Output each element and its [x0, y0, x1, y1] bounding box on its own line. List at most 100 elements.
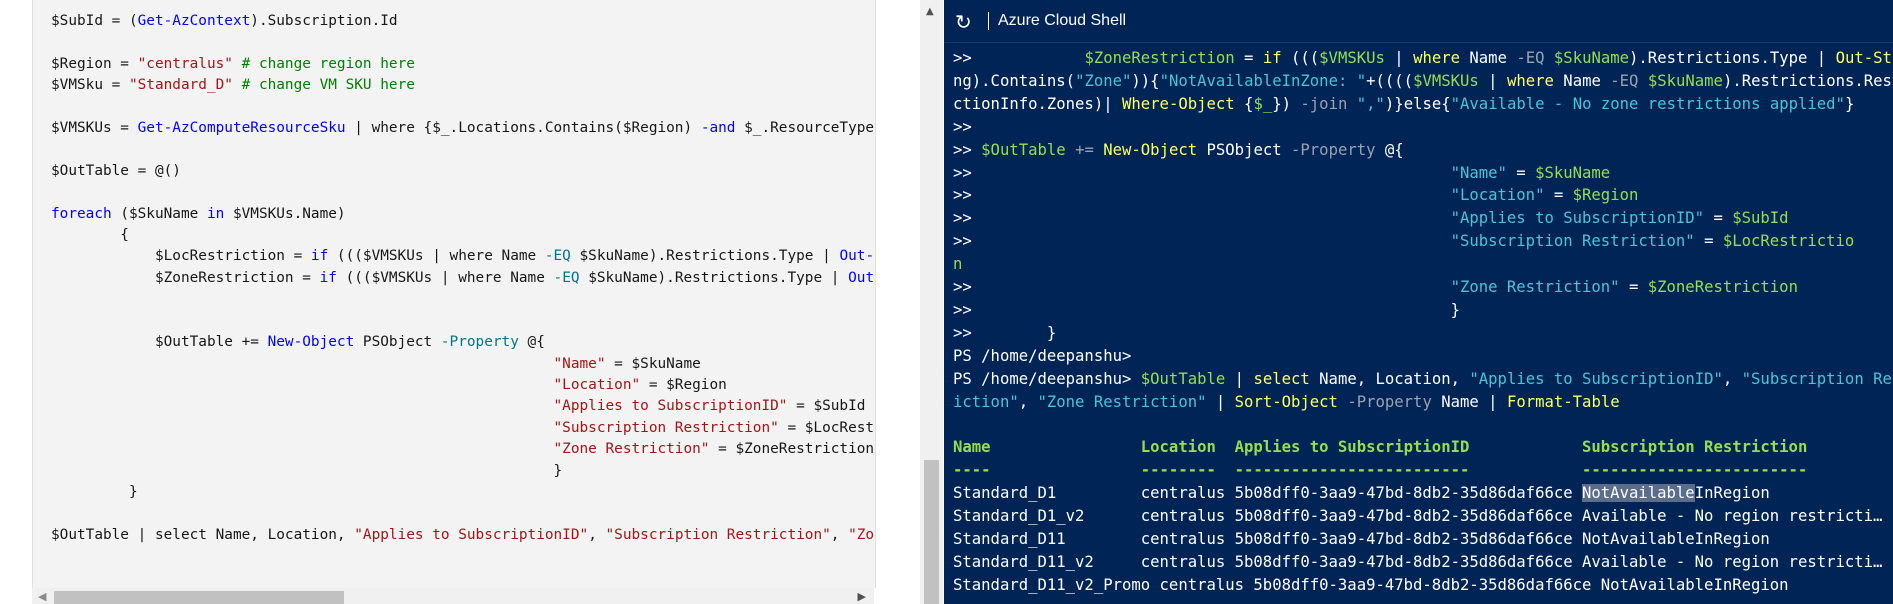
code-token: $VMSKUs: [1319, 49, 1385, 67]
terminal-line: >> "Location" = $Region: [953, 184, 1893, 207]
code-token: $VMSku =: [51, 77, 129, 94]
code-token: Name, Location,: [1309, 369, 1470, 388]
code-token: =: [1544, 186, 1573, 205]
terminal-line: PS /home/deepanshu> $OutTable | select N…: [953, 368, 1893, 391]
terminal-line: >> "Applies to SubscriptionID" = $SubId: [953, 207, 1893, 230]
code-token: "Subscription Restriction": [605, 526, 831, 543]
code-token: ).Restrictions.Type |: [1629, 49, 1836, 67]
code-token: =: [1694, 232, 1723, 251]
code-token: -Property: [440, 334, 519, 351]
code-token: {: [51, 227, 129, 244]
terminal-line: Name Location Applies to SubscriptionID …: [953, 436, 1893, 459]
code-token: Sort-Object: [1234, 392, 1338, 411]
code-token: >>: [953, 209, 1451, 228]
code-token: Name: [1553, 71, 1611, 90]
code-token: >> }: [953, 323, 1057, 342]
terminal-line: ctionInfo.Zones)| Where-Object {$_}) -jo…: [953, 93, 1893, 116]
code-token: "Location": [1450, 186, 1545, 205]
code-horizontal-scrollbar[interactable]: ◀ ▶: [32, 588, 874, 604]
code-token: "Subscription Restr: [1741, 369, 1893, 388]
code-token: >>: [953, 49, 1085, 67]
terminal-line: >> }: [953, 299, 1893, 322]
code-token: }): [1272, 94, 1301, 113]
code-token: }: [1844, 94, 1855, 113]
code-token: Standard_D1 centralus 5b08dff0-3aa9-47bd…: [953, 484, 1583, 503]
code-token: Standard_D11 centralus 5b08dff0-3aa9-47b…: [953, 530, 1770, 549]
code-token: |: [1384, 49, 1414, 67]
code-token: $SkuName: [1647, 71, 1723, 90]
code-token: =: [1234, 49, 1263, 67]
terminal-line: >> $ZoneRestriction = if ((($VMSKUs | wh…: [953, 47, 1893, 70]
code-token: = $SkuName: [605, 355, 701, 372]
code-token: n: [953, 255, 963, 274]
code-editor-region: $SubId = (Get-AzContext).Subscription.Id…: [0, 0, 926, 604]
code-token: $SkuName).Restrictions.Type |: [579, 269, 849, 286]
code-token: >> }: [953, 300, 1460, 319]
code-block[interactable]: $SubId = (Get-AzContext).Subscription.Id…: [32, 0, 876, 588]
code-token: +=: [1075, 140, 1094, 159]
code-token: select: [1253, 369, 1310, 388]
code-token: = $SubId: [787, 398, 866, 415]
code-token: ---- -------- ------------------------- …: [953, 461, 1808, 480]
code-line: $OutTable = @(): [51, 161, 875, 182]
code-token: = $LocRestr: [778, 419, 876, 436]
code-token: )){: [1131, 71, 1160, 90]
code-line: "Location" = $Region: [51, 375, 875, 396]
terminal-output[interactable]: >> $ZoneRestriction = if ((($VMSKUs | wh…: [953, 47, 1893, 597]
terminal-line: Standard_D1 centralus 5b08dff0-3aa9-47bd…: [953, 482, 1893, 505]
code-token: $OutTable: [981, 140, 1066, 159]
terminal-line: PS /home/deepanshu>: [953, 345, 1893, 368]
code-token: $LocRestrictio: [1722, 232, 1855, 251]
code-token: Name |: [1431, 392, 1507, 411]
cloud-shell-window[interactable]: ↻ Azure Cloud Shell >> $ZoneRestriction …: [944, 0, 1893, 604]
code-token: = $Region: [640, 376, 727, 393]
code-token: $VMSKUs.Name): [224, 205, 346, 222]
code-token: $ZoneRestriction: [1084, 49, 1235, 67]
code-token: "centralus": [137, 55, 233, 72]
code-token: |: [1206, 392, 1235, 411]
scroll-up-icon[interactable]: ▲: [926, 6, 934, 17]
scroll-left-icon[interactable]: ◀: [38, 590, 46, 603]
terminal-line: >> "Name" = $SkuName: [953, 162, 1893, 185]
code-token: -Property: [1347, 392, 1432, 411]
page-scrollbar-thumb[interactable]: [924, 460, 939, 604]
code-token: -EQ: [1516, 49, 1545, 67]
code-token: |: [1225, 369, 1254, 388]
code-token: PSObject: [354, 334, 441, 351]
code-line: }: [51, 461, 875, 482]
code-token: }: [51, 483, 138, 500]
code-token: $OutTable | select Name, Location,: [51, 526, 355, 543]
code-token: $SubId = (: [51, 13, 138, 29]
code-token: ($SkuName: [111, 205, 207, 222]
code-token: "Applies to SubscriptionID": [354, 526, 589, 543]
code-token: ,: [830, 526, 849, 543]
code-token: (((: [1281, 49, 1320, 67]
code-token: -EQ: [1610, 71, 1639, 90]
code-token: "Subscription Restriction": [1450, 232, 1695, 251]
scroll-right-icon[interactable]: ▶: [858, 590, 866, 603]
code-token: "Applies to SubscriptionID": [553, 398, 788, 415]
code-token: $SubId: [1732, 209, 1789, 228]
code-token: $_: [1253, 94, 1273, 113]
terminal-line: Standard_D11_v2 centralus 5b08dff0-3aa9-…: [953, 551, 1893, 574]
code-scrollbar-thumb[interactable]: [54, 591, 344, 604]
code-token: {: [1234, 94, 1254, 113]
refresh-icon[interactable]: ↻: [955, 10, 972, 34]
code-token: $SkuName: [1535, 163, 1611, 182]
code-token: where: [1506, 71, 1554, 90]
terminal-line: iction", "Zone Restriction" | Sort-Objec…: [953, 391, 1893, 414]
code-token: ",": [1356, 94, 1385, 113]
page-vertical-scrollbar[interactable]: ▲: [920, 0, 943, 604]
terminal-line: Standard_D1_v2 centralus 5b08dff0-3aa9-4…: [953, 505, 1893, 528]
code-token: if: [310, 248, 329, 265]
code-token: "Applies to SubscriptionID": [1450, 209, 1705, 228]
code-token: >>: [953, 186, 1451, 205]
